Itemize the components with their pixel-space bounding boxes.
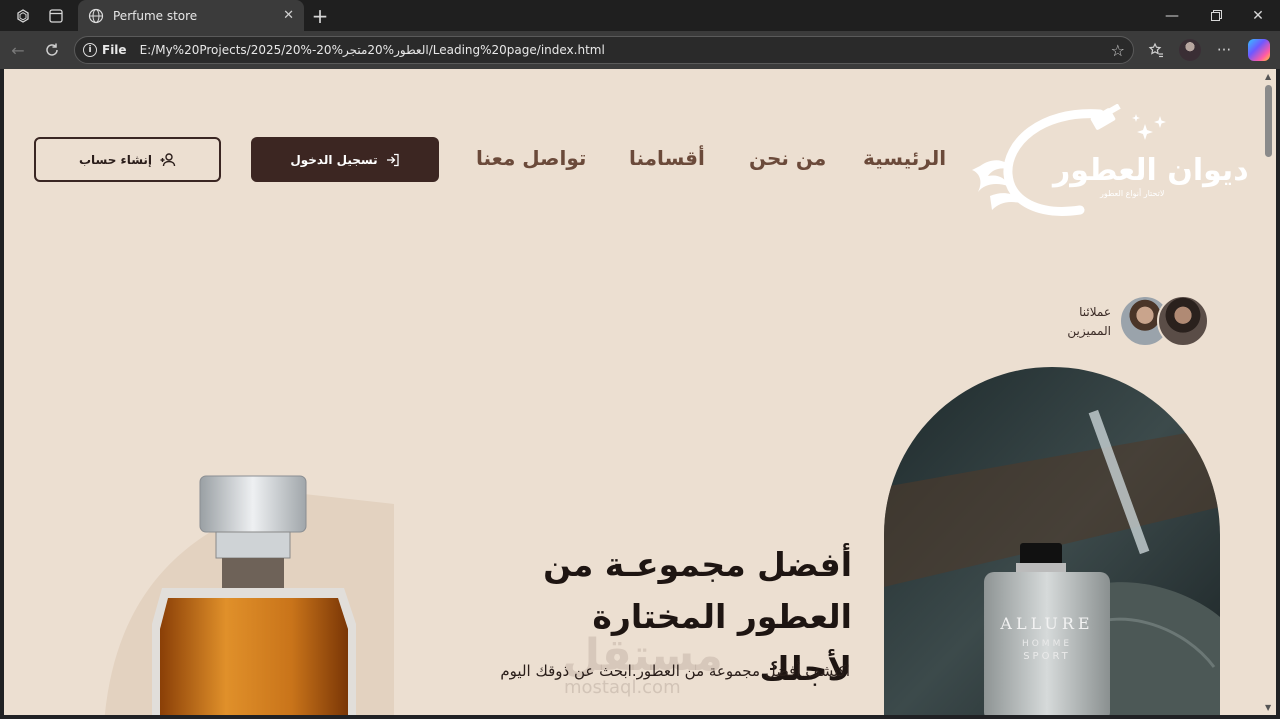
- logo-title: ديوان العطور: [1053, 153, 1249, 188]
- info-icon[interactable]: i: [83, 43, 97, 57]
- add-user-icon: [160, 152, 176, 166]
- nav-about[interactable]: من نحن: [749, 146, 826, 170]
- page-scrollbar[interactable]: ▲ ▼: [1262, 69, 1276, 715]
- signup-label: إنشاء حساب: [78, 152, 153, 167]
- product-label-3: SPORT: [1023, 651, 1071, 662]
- browser-tabstrip: Perfume store ✕ + — ✕: [0, 0, 1280, 31]
- new-tab-button[interactable]: +: [310, 4, 330, 28]
- tab-title: Perfume store: [113, 8, 198, 23]
- close-window-icon[interactable]: ✕: [1236, 0, 1280, 31]
- globe-icon: [88, 8, 104, 23]
- scrollbar-thumb[interactable]: [1265, 85, 1272, 157]
- favorites-icon[interactable]: [1146, 40, 1166, 60]
- url-text: E:/My%20Projects/2025/20%-20%العطور%20مت…: [139, 43, 605, 57]
- tab-actions-icon[interactable]: [46, 6, 66, 26]
- copilot-icon[interactable]: [1248, 39, 1270, 61]
- close-tab-icon[interactable]: ✕: [283, 8, 294, 23]
- file-label: File: [102, 43, 127, 57]
- nav-sections[interactable]: أقسامنا: [629, 146, 705, 170]
- active-tab[interactable]: Perfume store ✕: [78, 0, 304, 31]
- back-icon[interactable]: ←: [8, 40, 28, 60]
- avatar: [1157, 295, 1209, 347]
- login-button[interactable]: تسجيل الدخول: [251, 137, 439, 182]
- address-bar[interactable]: i File E:/My%20Projects/2025/20%-20%العط…: [74, 36, 1134, 64]
- nav-home[interactable]: الرئيسية: [863, 146, 946, 170]
- favorite-star-icon[interactable]: ☆: [1111, 41, 1125, 60]
- logo-subtitle: لاتحتار أنواع العطور: [1100, 189, 1165, 198]
- page-viewport: إنشاء حساب تسجيل الدخول تواصل معنا أقسام…: [4, 69, 1262, 715]
- signup-button[interactable]: إنشاء حساب: [34, 137, 221, 182]
- minimize-icon[interactable]: —: [1150, 0, 1194, 31]
- more-menu-icon[interactable]: ···: [1214, 40, 1234, 60]
- hero-description: اكتشف أفضل مجموعة من العطور.ابحث عن ذوقك…: [500, 662, 850, 680]
- scroll-up-icon[interactable]: ▲: [1265, 72, 1271, 81]
- client-avatars: [1119, 295, 1209, 349]
- workspaces-icon[interactable]: [13, 6, 33, 26]
- login-icon: [386, 153, 399, 166]
- nav-contact[interactable]: تواصل معنا: [476, 146, 586, 170]
- perfume-bottle-image: [104, 475, 394, 715]
- profile-avatar[interactable]: [1179, 39, 1201, 61]
- clients-label: عملائنا المميزين: [1067, 305, 1111, 338]
- hero-product-image: [884, 367, 1220, 715]
- product-label-1: ALLURE: [1000, 614, 1094, 633]
- refresh-icon[interactable]: [42, 40, 62, 60]
- restore-icon[interactable]: [1194, 0, 1238, 31]
- product-label-2: HOMME: [1021, 639, 1073, 649]
- login-label: تسجيل الدخول: [290, 152, 378, 167]
- scroll-down-icon[interactable]: ▼: [1265, 703, 1271, 712]
